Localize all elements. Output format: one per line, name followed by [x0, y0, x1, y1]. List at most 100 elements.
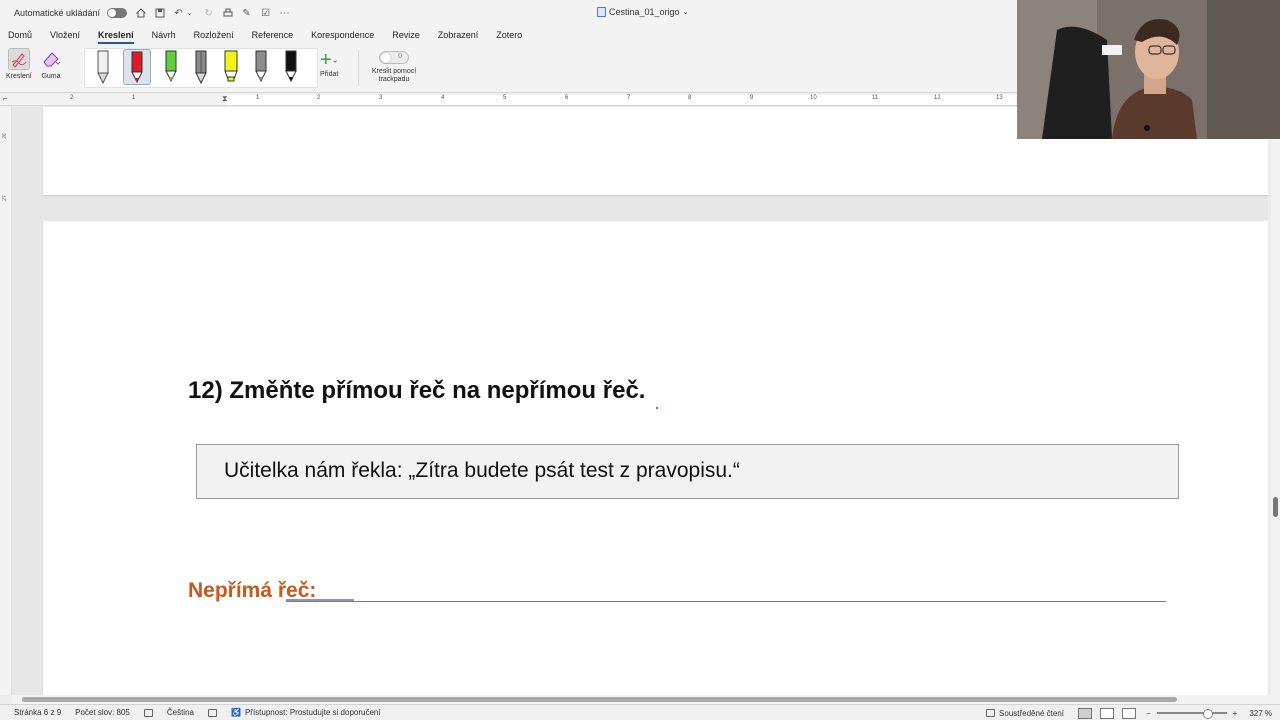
plus-icon: +⌄ — [320, 49, 339, 71]
ruler-label: 7 — [627, 95, 631, 101]
document-page[interactable]: 12) Změňte přímou řeč na nepřímou řeč. U… — [43, 221, 1268, 695]
zoom-slider[interactable] — [1156, 709, 1227, 719]
zoom-in-button[interactable]: + — [1233, 709, 1238, 718]
pencil-gray-tool[interactable] — [93, 49, 113, 85]
chevron-down-icon[interactable]: ⌄ — [184, 8, 195, 19]
focus-mode-button[interactable]: Soustředěné čtení — [999, 709, 1064, 718]
horizontal-scrollbar[interactable] — [12, 695, 1280, 704]
tab-insert[interactable]: Vložení — [50, 26, 80, 44]
tab-home[interactable]: Domů — [8, 26, 32, 44]
quote-text[interactable]: Učitelka nám řekla: „Zítra budete psát t… — [224, 459, 740, 483]
pen-black-tool[interactable] — [281, 49, 301, 85]
accessibility-icon: ♿ — [230, 708, 241, 717]
answer-line[interactable] — [286, 601, 1166, 602]
proofing-status[interactable] — [143, 708, 153, 717]
webcam-overlay — [1017, 0, 1280, 139]
ink-stroke — [286, 599, 354, 601]
add-pen-button[interactable]: +⌄ Přidat — [320, 50, 338, 78]
tab-references[interactable]: Reference — [252, 26, 294, 44]
ruler-label: 6 — [565, 95, 569, 101]
ruler-label: 13 — [996, 95, 1003, 101]
pen-green-tool[interactable] — [161, 49, 181, 85]
track-changes-icon — [207, 708, 217, 717]
tab-mailings[interactable]: Korespondence — [311, 26, 374, 44]
vruler-label: 26 — [1, 133, 8, 139]
vertical-ruler[interactable]: 26 27 — [0, 107, 12, 695]
add-pen-label: Přidat — [320, 70, 339, 78]
focus-icon — [986, 709, 996, 717]
ruler-label: 9 — [750, 95, 754, 101]
home-icon[interactable] — [135, 8, 146, 19]
trackpad-draw-label: Kreslit pomocí trackpadu — [371, 68, 417, 83]
ruler-label: 4 — [441, 95, 445, 101]
ribbon-divider — [358, 50, 359, 86]
draw-icon — [7, 48, 30, 70]
ruler-label: 12 — [934, 95, 941, 101]
ruler-label: 11 — [872, 95, 879, 101]
accessibility-label: Přístupnost: Prostudujte si doporučení — [244, 708, 381, 717]
task-heading[interactable]: 12) Změňte přímou řeč na nepřímou řeč. — [188, 377, 645, 405]
tab-view[interactable]: Zobrazení — [438, 26, 479, 44]
pencil-dark-tool[interactable] — [191, 49, 211, 85]
language-indicator[interactable]: Čeština — [167, 708, 194, 717]
chevron-down-icon: ⌄ — [682, 9, 689, 16]
tab-draw[interactable]: Kreslení — [98, 26, 134, 44]
ruler-label: 1 — [256, 95, 260, 101]
print-layout-view-button[interactable] — [1077, 707, 1092, 719]
print-icon[interactable] — [222, 8, 233, 19]
vertical-scroll-thumb[interactable] — [1273, 497, 1278, 517]
tab-design[interactable]: Návrh — [152, 26, 176, 44]
eraser-icon — [40, 48, 62, 70]
trackpad-draw-control: 0 Kreslit pomocí trackpadu — [366, 51, 422, 84]
status-right: Soustředěné čtení − + 327 % — [986, 705, 1280, 720]
save-icon[interactable] — [154, 8, 165, 19]
zoom-out-button[interactable]: − — [1146, 709, 1151, 718]
ruler-label: 2 — [317, 95, 321, 101]
draw-button[interactable]: Kreslení — [6, 48, 32, 80]
document-icon — [597, 7, 606, 17]
indent-marker-icon[interactable]: ⧗ — [222, 94, 228, 104]
autosave-toggle[interactable] — [107, 8, 128, 18]
trackpad-draw-toggle[interactable]: 0 — [379, 51, 409, 64]
more-icon[interactable]: ⋯ — [279, 8, 290, 19]
document-title[interactable]: Cestina_01_origo ⌄ — [597, 7, 688, 17]
form-icon[interactable]: ☑ — [260, 8, 271, 19]
pen-gray-tool[interactable] — [251, 49, 271, 85]
ruler-label: 8 — [688, 95, 692, 101]
horizontal-scroll-thumb[interactable] — [22, 697, 1177, 702]
ruler-label: 2 — [70, 95, 74, 101]
draw-pen-icon[interactable]: ✎ — [241, 8, 252, 19]
ruler-label: 10 — [810, 95, 817, 101]
accessibility-status[interactable]: ♿ Přístupnost: Prostudujte si doporučení — [231, 708, 381, 717]
pen-gallery — [84, 48, 318, 88]
ruler-label: 5 — [503, 95, 507, 101]
read-mode-view-button[interactable] — [1121, 707, 1136, 719]
tab-layout[interactable]: Rozložení — [194, 26, 234, 44]
document-canvas[interactable]: 12) Změňte přímou řeč na nepřímou řeč. U… — [12, 107, 1268, 695]
quote-box[interactable]: Učitelka nám řekla: „Zítra budete psát t… — [196, 444, 1179, 499]
vruler-label: 27 — [1, 195, 8, 201]
highlighter-yellow-tool[interactable] — [221, 49, 241, 85]
ink-dot — [656, 407, 658, 409]
zoom-level[interactable]: 327 % — [1249, 709, 1272, 718]
draw-label: Kreslení — [6, 73, 32, 80]
document-name: Cestina_01_origo — [609, 7, 680, 17]
proofing-icon — [143, 708, 153, 717]
pen-red-tool[interactable] — [123, 49, 151, 85]
tab-stop-icon[interactable]: ⌐ — [3, 94, 8, 103]
word-count[interactable]: Počet slov: 805 — [75, 708, 130, 717]
ruler-text-area — [226, 95, 1016, 105]
eraser-button[interactable]: Guma — [40, 48, 62, 80]
eraser-label: Guma — [41, 73, 61, 80]
web-layout-view-button[interactable] — [1099, 707, 1114, 719]
track-changes-status[interactable] — [207, 708, 217, 717]
undo-icon[interactable]: ↶ — [173, 8, 184, 19]
webcam-image — [1017, 0, 1280, 139]
vertical-scrollbar[interactable] — [1271, 107, 1280, 695]
tab-review[interactable]: Revize — [392, 26, 420, 44]
redo-icon[interactable]: ↻ — [203, 8, 214, 19]
status-bar: Stránka 6 z 9 Počet slov: 805 Čeština ♿ … — [0, 704, 1280, 720]
ruler-label: 3 — [379, 95, 383, 101]
tab-zotero[interactable]: Zotero — [496, 26, 522, 44]
page-indicator[interactable]: Stránka 6 z 9 — [14, 708, 61, 717]
